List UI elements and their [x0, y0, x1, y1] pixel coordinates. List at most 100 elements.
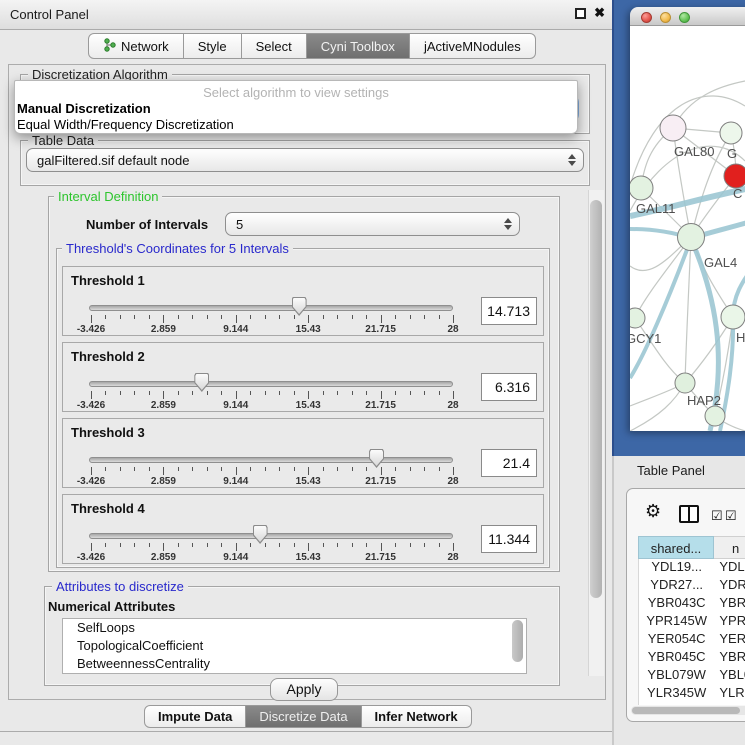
slider-tick — [192, 315, 193, 319]
tab-cyni-toolbox[interactable]: Cyni Toolbox — [307, 33, 410, 59]
slider-tick — [381, 467, 382, 475]
slider-tick — [439, 467, 440, 471]
split-columns-icon[interactable] — [679, 505, 699, 523]
slider-tick-label: 9.144 — [223, 400, 248, 411]
network-node-gcy1[interactable] — [630, 308, 645, 328]
threshold-value-field[interactable]: 6.316 — [481, 373, 537, 401]
table-data-label: Table Data — [28, 133, 98, 148]
minimize-traffic-light-icon[interactable] — [660, 12, 671, 23]
threshold-value-field[interactable]: 11.344 — [481, 525, 537, 553]
threshold-panel: Threshold 4-3.4262.8599.14415.4321.71528… — [62, 494, 544, 564]
algorithm-option-equal-width[interactable]: Equal Width/Frequency Discretization — [17, 117, 573, 132]
slider-tick — [221, 391, 222, 395]
slider-track[interactable] — [89, 533, 453, 539]
slider-tick-label: 15.43 — [296, 324, 321, 335]
slider-track[interactable] — [89, 457, 453, 463]
slider-track[interactable] — [89, 381, 453, 387]
column-header-shared[interactable]: shared... — [638, 536, 714, 559]
panel-scrollbar-thumb[interactable] — [590, 200, 602, 598]
numerical-attributes-list[interactable]: SelfLoopsTopologicalCoefficientBetweenne… — [62, 618, 527, 674]
slider-tick — [337, 391, 338, 395]
tab-infer-network[interactable]: Infer Network — [362, 705, 472, 728]
table-hscrollbar-track[interactable] — [631, 706, 745, 715]
network-node[interactable] — [705, 406, 725, 426]
slider-track[interactable] — [89, 305, 453, 311]
slider-tick-label: -3.426 — [77, 552, 105, 563]
network-node-g[interactable] — [720, 122, 742, 144]
control-panel-titlebar: Control Panel ✖ — [0, 0, 612, 30]
threshold-value-field[interactable]: 14.713 — [481, 297, 537, 325]
table-data-combobox[interactable]: galFiltered.sif default node — [26, 148, 584, 172]
table-row[interactable]: YLR345WYLR3 — [639, 685, 745, 703]
table-row[interactable]: YPR145WYPR1 — [639, 613, 745, 631]
network-node-gal4[interactable] — [678, 224, 705, 251]
node-label: GAL80 — [674, 144, 714, 159]
threshold-value-field[interactable]: 21.4 — [481, 449, 537, 477]
tab-select[interactable]: Select — [242, 33, 307, 59]
slider-tick — [395, 391, 396, 395]
table-hscrollbar-thumb[interactable] — [632, 707, 740, 714]
slider-thumb[interactable] — [194, 373, 209, 392]
slider-tick — [91, 315, 92, 323]
slider-tick-label: 21.715 — [365, 324, 396, 335]
slider-tick — [105, 467, 106, 471]
slider-thumb[interactable] — [369, 449, 384, 468]
network-node-h[interactable] — [721, 305, 745, 329]
slider-thumb[interactable] — [292, 297, 307, 316]
checkbox-icon[interactable]: ☑ — [725, 508, 737, 524]
slider-tick — [120, 315, 121, 319]
network-node-gal11[interactable] — [630, 176, 653, 200]
table-row[interactable]: YIL052CYIL0 — [639, 703, 745, 705]
slider-tick — [352, 467, 353, 471]
number-of-intervals-combobox[interactable]: 5 — [225, 212, 520, 236]
column-header-name[interactable]: n — [714, 536, 745, 559]
apply-button[interactable]: Apply — [270, 678, 338, 701]
tab-jactivemnodules[interactable]: jActiveMNodules — [410, 33, 536, 59]
slider-tick — [105, 315, 106, 319]
slider-tick-label: 28 — [447, 324, 458, 335]
table-row[interactable]: YBR045CYBR0 — [639, 649, 745, 667]
attributes-list-scrollbar[interactable] — [512, 620, 523, 662]
float-window-icon[interactable] — [575, 8, 586, 19]
list-item[interactable]: SelfLoops — [63, 619, 526, 637]
tab-network[interactable]: Network — [88, 33, 184, 59]
slider-tick — [178, 391, 179, 395]
slider-tick — [120, 467, 121, 471]
network-node-c[interactable] — [724, 164, 745, 188]
slider-tick — [149, 315, 150, 319]
slider-tick — [91, 543, 92, 551]
slider-tick — [134, 467, 135, 471]
gear-icon[interactable]: ⚙ — [645, 501, 661, 522]
slider-tick — [134, 315, 135, 319]
slider-tick — [439, 543, 440, 547]
slider-tick — [352, 543, 353, 547]
slider-tick — [294, 543, 295, 547]
tab-impute-data[interactable]: Impute Data — [144, 705, 246, 728]
table-row[interactable]: YDR27...YDR2 — [639, 577, 745, 595]
checkbox-icon[interactable]: ☑ — [711, 508, 723, 524]
close-icon[interactable]: ✖ — [594, 5, 605, 21]
list-item[interactable]: BetweennessCentrality — [63, 655, 526, 673]
table-row[interactable]: YER054CYER0 — [639, 631, 745, 649]
zoom-traffic-light-icon[interactable] — [679, 12, 690, 23]
algorithm-option-manual[interactable]: Manual Discretization — [17, 101, 573, 116]
tab-discretize-data[interactable]: Discretize Data — [246, 705, 361, 728]
slider-tick — [453, 391, 454, 399]
slider-tick-label: 2.859 — [151, 324, 176, 335]
network-canvas[interactable]: GAL80GCGAL11GAL4GCY1HHAP2 — [630, 26, 745, 431]
list-item[interactable]: TopologicalCoefficient — [63, 637, 526, 655]
table-data-value: galFiltered.sif default node — [37, 153, 189, 168]
network-window-titlebar[interactable] — [630, 7, 745, 26]
close-traffic-light-icon[interactable] — [641, 12, 652, 23]
interval-definition-label: Interval Definition — [54, 189, 162, 204]
table-row[interactable]: YDL19...YDL1 — [639, 559, 745, 577]
tab-style[interactable]: Style — [184, 33, 242, 59]
slider-tick — [381, 391, 382, 399]
threshold-panel: Threshold 1-3.4262.8599.14415.4321.71528… — [62, 266, 544, 336]
table-row[interactable]: YBL079WYBL0 — [639, 667, 745, 685]
network-node-hap2[interactable] — [675, 373, 695, 393]
slider-tick — [250, 543, 251, 547]
network-node-gal80[interactable] — [660, 115, 686, 141]
slider-thumb[interactable] — [253, 525, 268, 544]
table-row[interactable]: YBR043CYBR0 — [639, 595, 745, 613]
